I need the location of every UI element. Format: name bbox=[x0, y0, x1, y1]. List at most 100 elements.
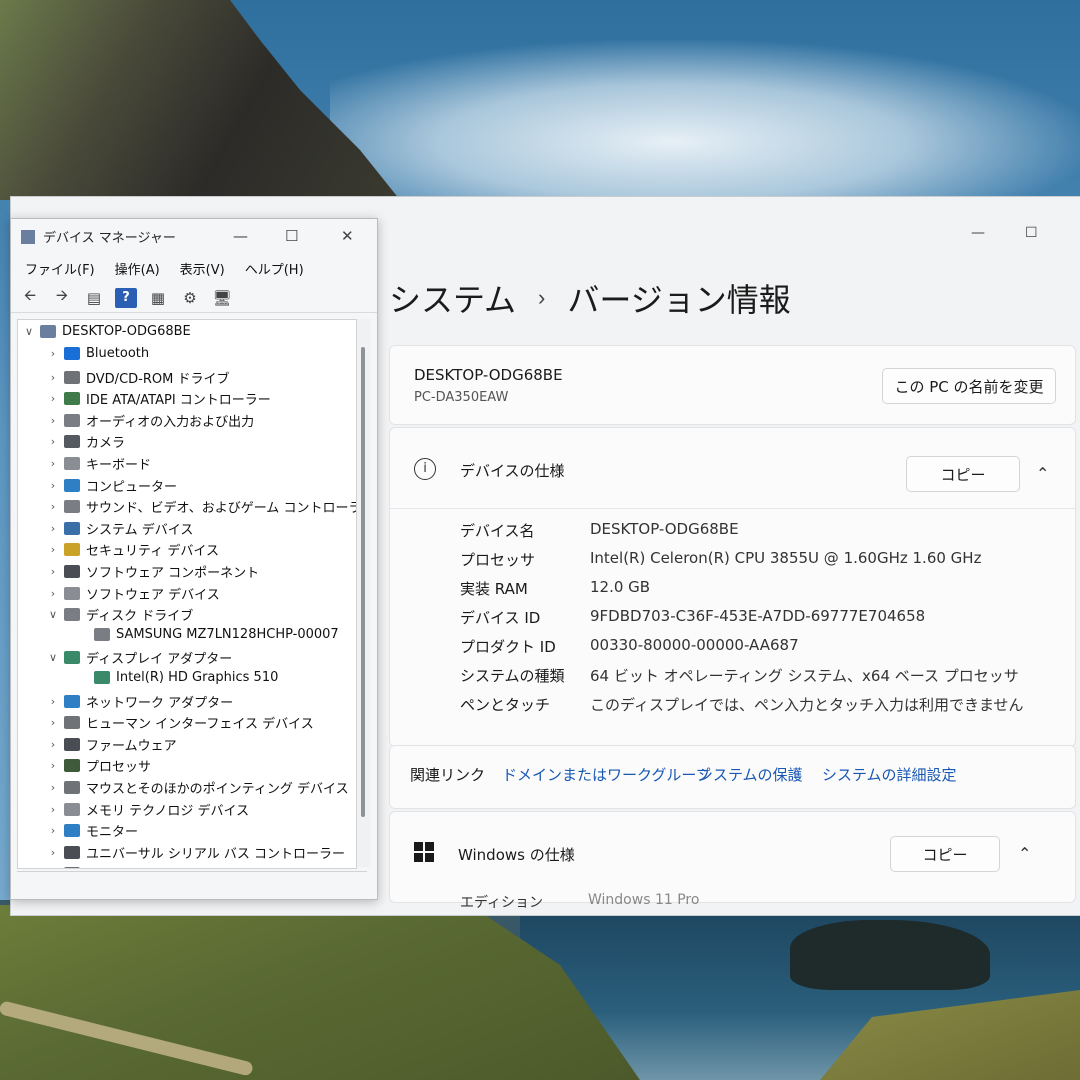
usb-icon bbox=[64, 845, 80, 859]
copy-windows-spec-button[interactable]: コピー bbox=[890, 836, 1000, 872]
link-system-protection[interactable]: システムの保護 bbox=[698, 764, 803, 785]
tree-category-item[interactable]: ∨ ディスク ドライブ bbox=[46, 605, 193, 624]
tree-category-item[interactable]: › DVD/CD-ROM ドライブ bbox=[46, 368, 229, 387]
menu-action[interactable]: 操作(A) bbox=[115, 259, 160, 278]
chevron-right-icon[interactable]: › bbox=[46, 543, 60, 556]
windows-spec-title: Windows の仕様 bbox=[458, 846, 575, 864]
chevron-right-icon[interactable]: › bbox=[46, 565, 60, 578]
tree-category-item[interactable]: › ネットワーク アダプター bbox=[46, 692, 233, 711]
tree-category-item[interactable]: › モニター bbox=[46, 821, 138, 840]
tree-category-item[interactable]: › ヒューマン インターフェイス デバイス bbox=[46, 713, 314, 732]
chevron-right-icon[interactable]: › bbox=[46, 457, 60, 470]
chevron-right-icon[interactable]: › bbox=[46, 500, 60, 513]
close-button[interactable]: ✕ bbox=[341, 227, 354, 245]
tree-category-item[interactable]: › カメラ bbox=[46, 432, 125, 451]
chevron-right-icon[interactable]: › bbox=[46, 716, 60, 729]
tree-root[interactable]: ∨ DESKTOP-ODG68BE bbox=[22, 324, 191, 339]
maximize-button[interactable]: ☐ bbox=[285, 227, 298, 245]
tree-child-item[interactable]: Intel(R) HD Graphics 510 bbox=[90, 670, 278, 685]
chevron-right-icon[interactable]: › bbox=[46, 803, 60, 816]
spec-row: デバイス名 DESKTOP-ODG68BE bbox=[460, 520, 739, 541]
spec-row: プロダクト ID 00330-80000-00000-AA687 bbox=[460, 636, 799, 657]
monitor-icon bbox=[64, 824, 80, 838]
tree-item-label: ネットワーク アダプター bbox=[86, 695, 234, 711]
tree-category-item[interactable]: › ソフトウェア デバイス bbox=[46, 584, 220, 603]
view-icon[interactable]: ▦ bbox=[147, 288, 169, 308]
maximize-button[interactable]: ☐ bbox=[1025, 225, 1038, 241]
tree-category-item[interactable]: › マウスとそのほかのポインティング デバイス bbox=[46, 778, 349, 797]
tree-category-item[interactable]: ∨ ディスプレイ アダプター bbox=[46, 648, 232, 667]
chevron-up-icon[interactable]: ⌃ bbox=[1036, 464, 1049, 483]
menu-help[interactable]: ヘルプ(H) bbox=[245, 259, 304, 278]
chevron-right-icon[interactable]: › bbox=[46, 824, 60, 837]
link-advanced-system-settings[interactable]: システムの詳細設定 bbox=[822, 764, 957, 785]
minimize-button[interactable]: — bbox=[971, 225, 985, 241]
firmware-icon bbox=[64, 737, 80, 751]
tree-category-item[interactable]: › IDE ATA/ATAPI コントローラー bbox=[46, 389, 271, 408]
chevron-right-icon[interactable]: › bbox=[46, 522, 60, 535]
tree-category-item[interactable]: › メモリ テクノロジ デバイス bbox=[46, 800, 249, 819]
dvd-drive-icon bbox=[64, 370, 80, 384]
link-domain-workgroup[interactable]: ドメインまたはワークグループ bbox=[502, 764, 711, 785]
tree-category-item[interactable]: › Bluetooth bbox=[46, 346, 149, 361]
chevron-right-icon[interactable]: › bbox=[46, 347, 60, 360]
disk-icon bbox=[94, 627, 110, 641]
tree-item-label: メモリ テクノロジ デバイス bbox=[86, 803, 250, 819]
chevron-right-icon[interactable]: › bbox=[46, 392, 60, 405]
chevron-right-icon[interactable]: › bbox=[46, 759, 60, 772]
chevron-up-icon[interactable]: ⌃ bbox=[1018, 844, 1031, 863]
disk-drive-icon bbox=[64, 608, 80, 622]
vertical-scrollbar[interactable] bbox=[357, 319, 371, 867]
chevron-down-icon[interactable]: ∨ bbox=[46, 608, 60, 621]
breadcrumb-parent[interactable]: システム bbox=[389, 275, 516, 321]
chevron-down-icon[interactable]: ∨ bbox=[46, 651, 60, 664]
tree-category-item[interactable]: › システム デバイス bbox=[46, 519, 193, 538]
tree-category-item[interactable]: › ファームウェア bbox=[46, 735, 177, 754]
menu-view[interactable]: 表示(V) bbox=[180, 259, 225, 278]
security-device-icon bbox=[64, 543, 80, 557]
chevron-right-icon[interactable]: › bbox=[46, 587, 60, 600]
chevron-right-icon[interactable]: › bbox=[46, 781, 60, 794]
spec-label: システムの種類 bbox=[460, 667, 565, 685]
chevron-down-icon[interactable]: ∨ bbox=[22, 325, 36, 338]
scan-hardware-icon[interactable]: ⚙ bbox=[179, 288, 201, 308]
tree-category-item[interactable]: › セキュリティ デバイス bbox=[46, 540, 219, 559]
tree-child-item[interactable]: SAMSUNG MZ7LN128HCHP-00007 bbox=[90, 627, 339, 642]
device-spec-title: デバイスの仕様 bbox=[460, 462, 565, 480]
rename-pc-button[interactable]: この PC の名前を変更 bbox=[882, 368, 1056, 404]
scrollbar-thumb[interactable] bbox=[361, 347, 365, 817]
tree-category-item[interactable]: › コンピューター bbox=[46, 476, 177, 495]
menu-file[interactable]: ファイル(F) bbox=[25, 259, 95, 278]
tree-category-item[interactable]: › キーボード bbox=[46, 454, 151, 473]
chevron-right-icon[interactable]: › bbox=[46, 479, 60, 492]
copy-device-spec-button[interactable]: コピー bbox=[906, 456, 1020, 492]
help-icon[interactable]: ? bbox=[115, 287, 137, 308]
tree-category-item[interactable]: › 印刷キュー bbox=[46, 864, 151, 868]
minimize-button[interactable]: — bbox=[233, 227, 248, 245]
chevron-right-icon[interactable]: › bbox=[46, 414, 60, 427]
back-arrow-icon[interactable]: 🡨 bbox=[19, 286, 41, 308]
device-spec-header[interactable]: i デバイスの仕様 コピー ⌃ bbox=[390, 428, 1075, 509]
forward-arrow-icon[interactable]: 🡪 bbox=[51, 286, 73, 308]
chevron-right-icon[interactable]: › bbox=[46, 738, 60, 751]
spec-value: Intel(R) Celeron(R) CPU 3855U @ 1.60GHz … bbox=[590, 549, 982, 567]
chevron-right-icon[interactable]: › bbox=[46, 846, 60, 859]
chevron-right-icon[interactable]: › bbox=[46, 867, 60, 868]
tree-category-item[interactable]: › ユニバーサル シリアル バス コントローラー bbox=[46, 843, 345, 862]
chevron-right-icon[interactable]: › bbox=[46, 435, 60, 448]
tree-category-item[interactable]: › オーディオの入力および出力 bbox=[46, 411, 254, 430]
breadcrumb: システム › バージョン情報 bbox=[389, 275, 791, 321]
tree-category-item[interactable]: › サウンド、ビデオ、およびゲーム コントローラー bbox=[46, 497, 356, 516]
edition-label: エディション bbox=[460, 895, 544, 911]
software-device-icon bbox=[64, 586, 80, 600]
properties-icon[interactable]: ▤ bbox=[83, 288, 105, 308]
network-adapter-icon bbox=[64, 694, 80, 708]
computer-icon bbox=[40, 325, 56, 338]
monitor-icon[interactable]: 🖥 bbox=[211, 288, 233, 308]
chevron-right-icon[interactable]: › bbox=[46, 695, 60, 708]
spec-label: プロダクト ID bbox=[460, 638, 556, 656]
tree-category-item[interactable]: › プロセッサ bbox=[46, 756, 151, 775]
tree-item-label: ディスプレイ アダプター bbox=[86, 652, 233, 668]
tree-category-item[interactable]: › ソフトウェア コンポーネント bbox=[46, 562, 259, 581]
chevron-right-icon[interactable]: › bbox=[46, 371, 60, 384]
